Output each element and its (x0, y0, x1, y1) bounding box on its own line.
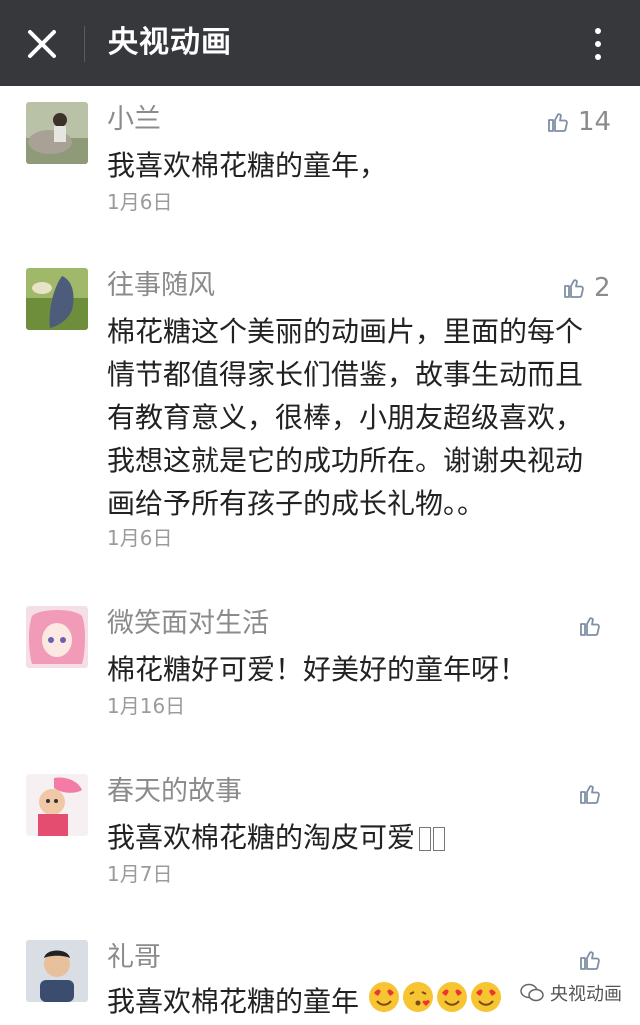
comment-item: 小兰 14 我喜欢棉花糖的童年， 1月6日 (0, 102, 640, 222)
avatar[interactable] (26, 940, 88, 1002)
like-count: 2 (594, 273, 611, 303)
comment-text: 棉花糖这个美丽的动画片，里面的每个 情节都值得家长们借鉴，故事生动而且 有教育意… (107, 310, 607, 525)
comment-nickname: 春天的故事 (107, 776, 242, 807)
comment-text-content: 我喜欢棉花糖的淘皮可爱 (107, 821, 416, 854)
comment-date: 1月7日 (107, 862, 173, 886)
avatar[interactable] (26, 774, 88, 836)
thumbs-up-icon (580, 785, 600, 804)
unknown-glyph-icon (433, 827, 446, 851)
top-bar: 央视动画 (0, 0, 640, 86)
kissing-heart-emoji-icon (402, 981, 434, 1025)
avatar[interactable] (26, 606, 88, 668)
comment-nickname: 小兰 (107, 104, 161, 135)
thumbs-up-icon (548, 113, 568, 132)
comment-text: 棉花糖好可爱！好美好的童年呀！ (107, 653, 528, 686)
header-divider (84, 26, 85, 62)
close-button[interactable] (18, 20, 66, 68)
comment-date: 1月16日 (107, 694, 186, 718)
more-vertical-icon (595, 28, 601, 34)
comment-item: 春天的故事 我喜欢棉花糖的淘皮可爱 1月7日 (0, 774, 640, 894)
comment-text: 我喜欢棉花糖的淘皮可爱 (107, 816, 607, 859)
unknown-glyph-icon (419, 827, 432, 851)
comment-item: 微笑面对生活 棉花糖好可爱！好美好的童年呀！ 1月16日 (0, 606, 640, 726)
comment-date: 1月6日 (107, 526, 173, 550)
avatar[interactable] (26, 102, 88, 164)
comment-nickname: 往事随风 (107, 270, 215, 301)
watermark-label: 央视动画 (550, 984, 622, 1005)
comment-date: 1月6日 (107, 190, 173, 214)
comment-text-content: 我喜欢棉花糖的童年 (107, 985, 360, 1018)
heart-eyes-emoji-icon (436, 981, 468, 1025)
like-button[interactable] (578, 776, 602, 812)
thumbs-up-icon (580, 617, 600, 636)
comment-text-line: 棉花糖这个美丽的动画片，里面的每个 (107, 315, 584, 348)
more-button[interactable] (580, 22, 616, 66)
like-button[interactable]: 14 (546, 104, 611, 140)
comment-item: 往事随风 2 棉花糖这个美丽的动画片，里面的每个 情节都值得家长们借鉴，故事生动… (0, 268, 640, 558)
page-title: 央视动画 (108, 25, 232, 60)
avatar[interactable] (26, 268, 88, 330)
comment-nickname: 礼哥 (107, 942, 161, 973)
comment-text-line: 画给予所有孩子的成长礼物。。 (107, 487, 486, 520)
wechat-icon (520, 983, 544, 1002)
heart-eyes-emoji-icon (470, 981, 502, 1025)
comment-text-line: 我想这就是它的成功所在。谢谢央视动 (107, 444, 584, 477)
thumbs-up-icon (564, 279, 584, 298)
like-button[interactable]: 2 (562, 270, 611, 306)
like-button[interactable] (578, 942, 602, 978)
comment-text-line: 情节都值得家长们借鉴，故事生动而且 (107, 358, 584, 391)
comment-nickname: 微笑面对生活 (107, 608, 269, 639)
like-button[interactable] (578, 608, 602, 644)
heart-eyes-emoji-icon (368, 981, 400, 1025)
comment-text-line: 有教育意义，很棒，小朋友超级喜欢， (107, 401, 584, 434)
like-count: 14 (578, 107, 612, 137)
comment-text: 我喜欢棉花糖的童年， (107, 149, 388, 182)
close-icon (28, 30, 56, 58)
thumbs-up-icon (580, 951, 600, 970)
watermark: 央视动画 (520, 980, 622, 1006)
